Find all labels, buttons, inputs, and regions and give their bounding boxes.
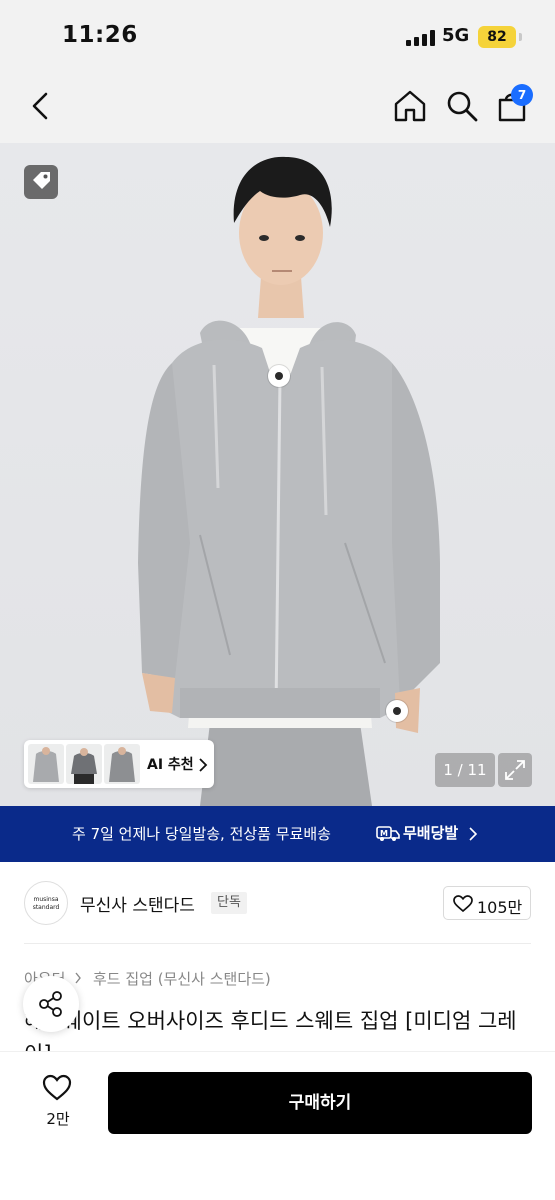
status-time: 11:26 xyxy=(62,22,138,48)
chevron-right-icon xyxy=(468,826,478,841)
bottom-bar: 2만 구매하기 xyxy=(0,1052,555,1200)
nav-bar xyxy=(0,74,555,143)
promo-text: 주 7일 언제나 당일발송, 전상품 무료배송 xyxy=(72,825,331,843)
ai-recommend-panel[interactable]: AI 추천 xyxy=(24,740,214,788)
brand-like-button[interactable]: 105만 xyxy=(443,886,531,920)
ai-thumb-3[interactable] xyxy=(104,744,140,784)
brand-logo-text-1: musinsa xyxy=(33,896,59,903)
cart-badge: 7 xyxy=(511,84,533,106)
ai-thumb-2[interactable] xyxy=(66,744,102,784)
battery-icon: 82 xyxy=(478,26,516,48)
search-icon[interactable] xyxy=(444,88,480,124)
ai-recommend-label[interactable]: AI 추천 xyxy=(147,754,194,774)
product-photo xyxy=(138,156,440,806)
expand-icon[interactable] xyxy=(498,753,532,787)
breadcrumb-item-hoodie[interactable]: 후드 집업 (무신사 스탠다드) xyxy=(93,970,271,988)
heart-icon xyxy=(453,895,473,913)
tag-icon[interactable] xyxy=(24,165,58,199)
brand-logo[interactable]: musinsa standard xyxy=(24,881,68,925)
battery-cap xyxy=(519,33,522,41)
delivery-truck-icon: M xyxy=(376,823,400,843)
chevron-right-icon xyxy=(198,757,208,772)
svg-text:M: M xyxy=(380,829,388,838)
promo-banner[interactable]: 주 7일 언제나 당일발송, 전상품 무료배송 M 무배당발 xyxy=(0,806,555,862)
promo-brand: 무배당발 xyxy=(403,824,459,842)
hotspot-wrist[interactable] xyxy=(386,700,408,722)
brand-name[interactable]: 무신사 스탠다드 xyxy=(80,891,195,916)
buy-button[interactable]: 구매하기 xyxy=(108,1072,532,1134)
product-image[interactable]: AI 추천 1 / 11 xyxy=(0,143,555,806)
ai-thumb-1[interactable] xyxy=(28,744,64,784)
share-button[interactable] xyxy=(23,976,79,1032)
divider xyxy=(24,943,531,944)
status-bar: 11:26 5G 82 xyxy=(0,0,555,74)
like-count: 105만 xyxy=(477,898,523,917)
hotspot-hoodie[interactable] xyxy=(268,365,290,387)
exclusive-badge: 단독 xyxy=(211,892,247,914)
image-counter: 1 / 11 xyxy=(435,753,495,787)
brand-logo-text-2: standard xyxy=(32,904,60,911)
signal-icon xyxy=(406,30,436,46)
network-label: 5G xyxy=(442,25,470,46)
wish-count: 2만 xyxy=(46,1110,70,1128)
home-icon[interactable] xyxy=(392,88,428,124)
share-icon xyxy=(39,991,62,1017)
back-icon[interactable] xyxy=(26,88,58,124)
chevron-right-icon xyxy=(75,972,82,984)
heart-icon[interactable] xyxy=(42,1074,72,1102)
